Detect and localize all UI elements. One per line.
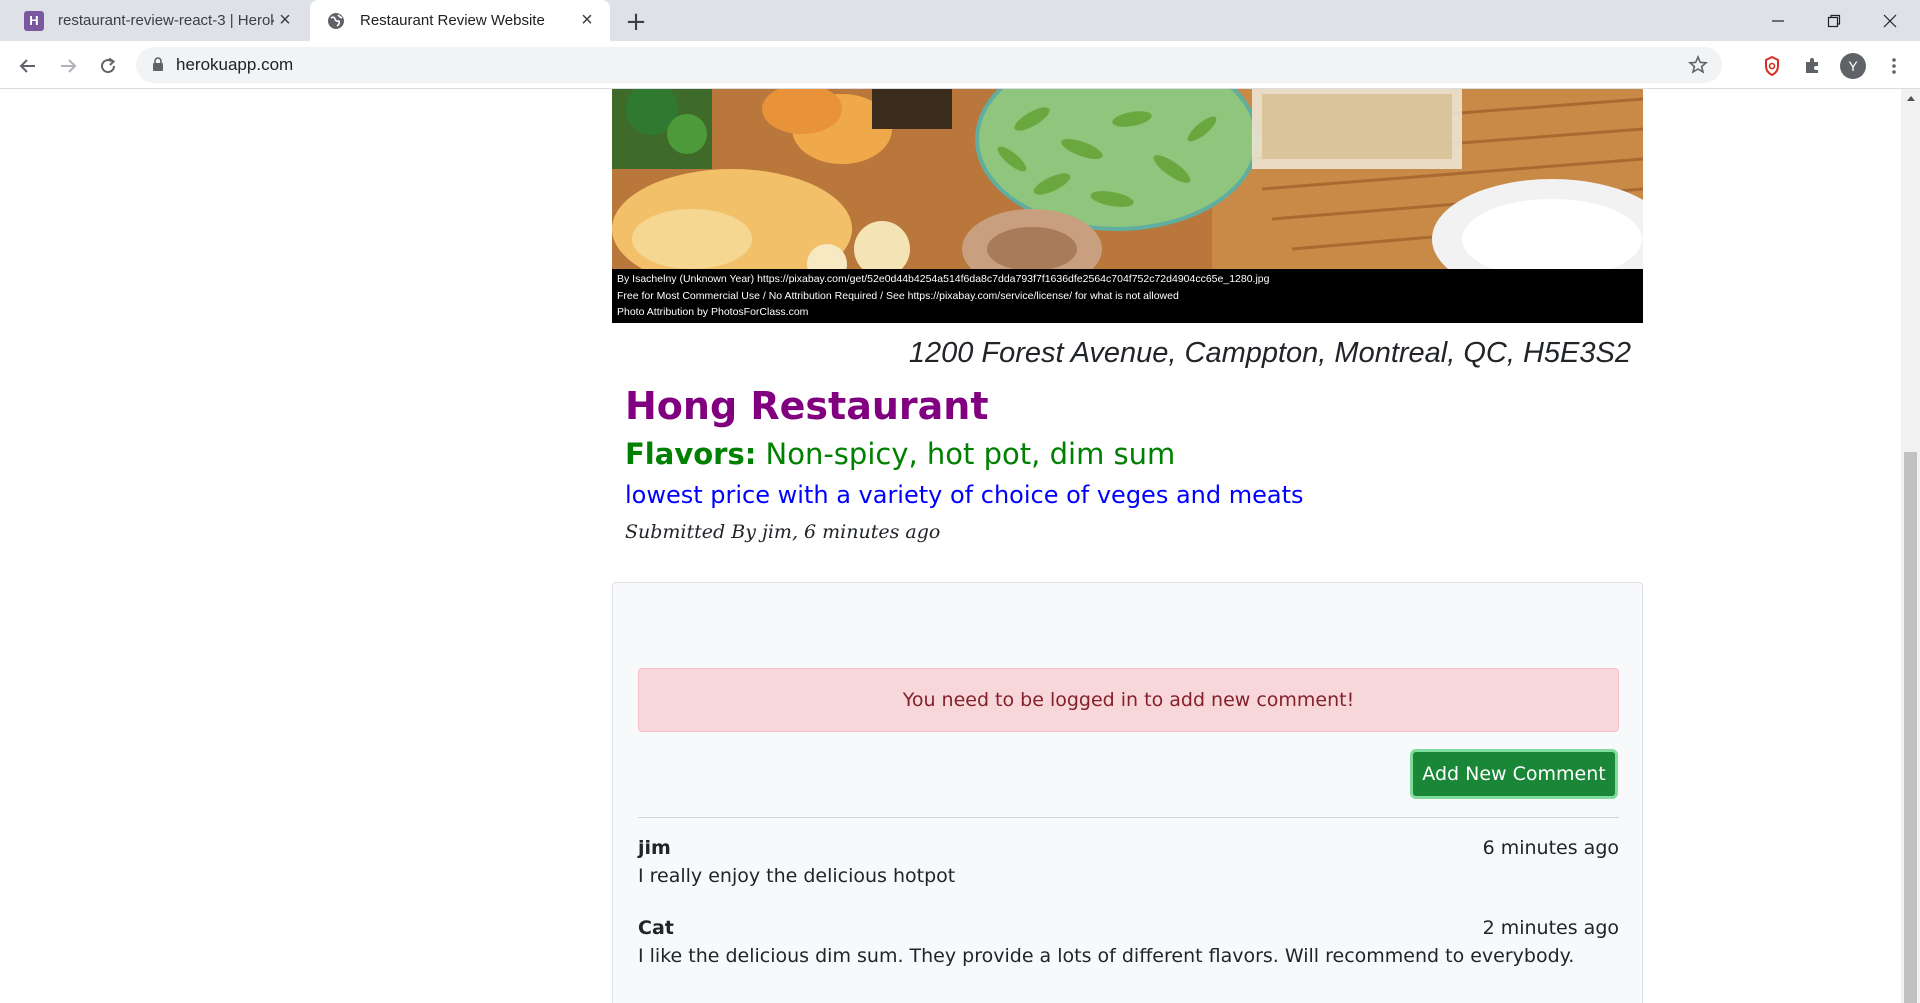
page-viewport: By Isachelny (Unknown Year) https://pixa… xyxy=(0,89,1901,1003)
attribution-line: Photo Attribution by PhotosForClass.com xyxy=(617,306,809,318)
url-text: herokuapp.com xyxy=(176,55,294,74)
add-comment-button[interactable]: Add New Comment xyxy=(1410,749,1618,799)
comment-author: jim xyxy=(638,837,671,859)
forward-arrow-icon[interactable] xyxy=(52,50,84,82)
scroll-up-arrow-icon[interactable] xyxy=(1901,89,1920,106)
tab-title: Restaurant Review Website xyxy=(360,12,545,29)
profile-avatar[interactable]: Y xyxy=(1838,51,1868,81)
browser-tab-strip: H restaurant-review-react-3 | Herok × Re… xyxy=(0,0,1920,41)
avatar: Y xyxy=(1840,53,1866,79)
globe-icon xyxy=(326,11,346,31)
attribution-line: By Isachelny (Unknown Year) https://pixa… xyxy=(617,273,1270,285)
tab-heroku-dashboard[interactable]: H restaurant-review-react-3 | Herok × xyxy=(8,0,308,41)
comment-item: jim 6 minutes ago I really enjoy the del… xyxy=(638,837,1619,887)
bookmark-star-icon[interactable] xyxy=(1687,54,1709,75)
restaurant-name: Hong Restaurant xyxy=(625,384,989,428)
minimize-icon[interactable] xyxy=(1750,0,1806,41)
address-bar[interactable]: herokuapp.com xyxy=(136,47,1722,83)
comment-author: Cat xyxy=(638,917,674,939)
restaurant-description: lowest price with a variety of choice of… xyxy=(625,481,1304,509)
back-arrow-icon[interactable] xyxy=(12,50,44,82)
close-window-icon[interactable] xyxy=(1862,0,1918,41)
photo-attribution: By Isachelny (Unknown Year) https://pixa… xyxy=(612,269,1643,323)
comment-item: Cat 2 minutes ago I like the delicious d… xyxy=(638,917,1619,967)
comment-time: 6 minutes ago xyxy=(1482,837,1619,859)
comments-card: You need to be logged in to add new comm… xyxy=(612,582,1643,1003)
flavors-line: Flavors: Non-spicy, hot pot, dim sum xyxy=(625,434,1643,474)
restaurant-photo: By Isachelny (Unknown Year) https://pixa… xyxy=(612,89,1643,323)
restaurant-address: 1200 Forest Avenue, Camppton, Montreal, … xyxy=(908,337,1631,369)
kebab-menu-icon[interactable] xyxy=(1879,51,1909,81)
flavors-label: Flavors: xyxy=(625,437,757,471)
extension-shield-icon[interactable] xyxy=(1757,51,1787,81)
attribution-line: Free for Most Commercial Use / No Attrib… xyxy=(617,289,1179,302)
page-scrollbar[interactable] xyxy=(1901,89,1920,1003)
new-tab-button[interactable]: + xyxy=(622,7,650,37)
close-icon[interactable]: × xyxy=(576,9,598,32)
restore-icon[interactable] xyxy=(1806,0,1862,41)
flavors-value: Non-spicy, hot pot, dim sum xyxy=(765,437,1176,471)
submitted-by: Submitted By jim, 6 minutes ago xyxy=(625,521,941,543)
comment-text: I really enjoy the delicious hotpot xyxy=(638,865,956,887)
restaurant-info: Hong Restaurant Flavors: Non-spicy, hot … xyxy=(612,382,1643,546)
close-icon[interactable]: × xyxy=(274,9,296,32)
tab-title: restaurant-review-react-3 | Herok xyxy=(58,12,274,29)
divider xyxy=(638,817,1619,818)
login-required-alert: You need to be logged in to add new comm… xyxy=(638,668,1619,732)
browser-toolbar: herokuapp.com Y xyxy=(0,41,1920,89)
food-photo xyxy=(612,89,1643,269)
comment-text: I like the delicious dim sum. They provi… xyxy=(638,945,1575,967)
lock-icon xyxy=(152,56,164,75)
comment-time: 2 minutes ago xyxy=(1482,917,1619,939)
heroku-icon: H xyxy=(24,10,44,31)
reload-icon[interactable] xyxy=(92,50,124,82)
tab-restaurant-review[interactable]: Restaurant Review Website × xyxy=(310,0,610,41)
restaurant-detail: By Isachelny (Unknown Year) https://pixa… xyxy=(612,89,1643,1003)
scrollbar-thumb[interactable] xyxy=(1904,452,1917,1003)
extensions-puzzle-icon[interactable] xyxy=(1797,51,1827,81)
